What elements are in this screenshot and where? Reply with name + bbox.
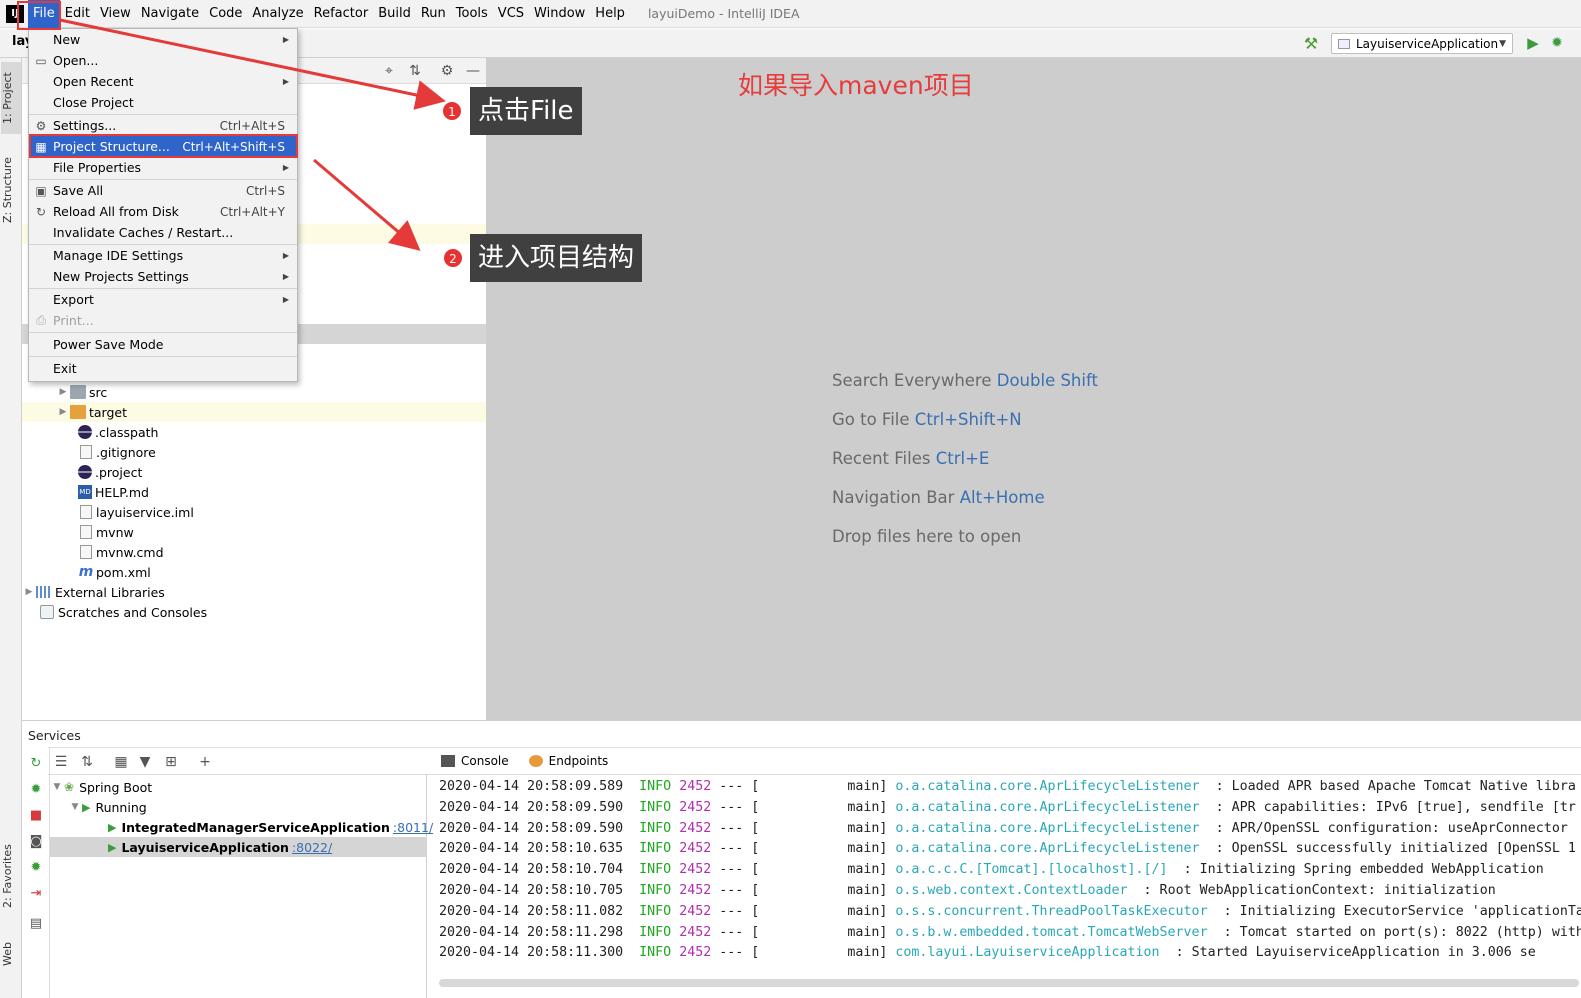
step-badge-2: 2	[443, 248, 463, 268]
arrow-to-step1	[59, 18, 446, 110]
annotation-arrows	[59, 18, 446, 251]
arrow-to-step2	[313, 158, 421, 251]
callout-step2: 进入项目结构	[470, 234, 643, 282]
callout-step1: 点击File	[470, 87, 582, 135]
step-badge-1: 1	[442, 101, 462, 121]
